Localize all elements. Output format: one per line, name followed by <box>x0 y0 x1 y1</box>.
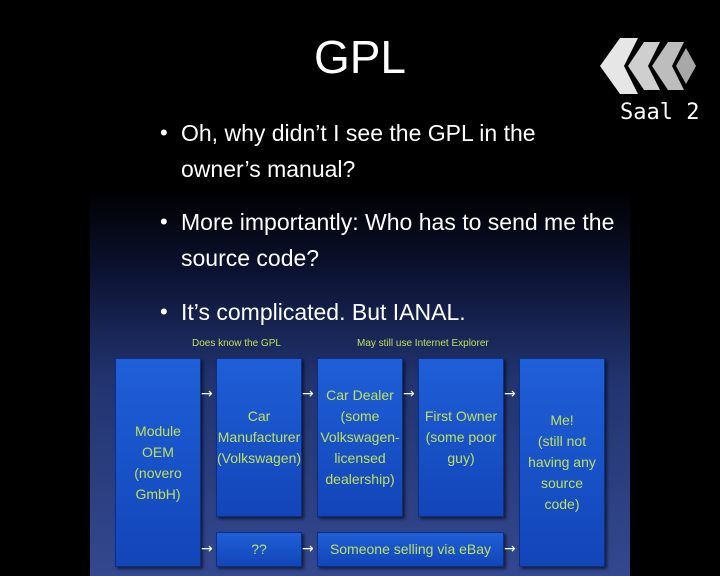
flow-arrow: → <box>201 541 213 557</box>
bullet-dot: • <box>160 120 168 145</box>
unknown-party-box: ?? <box>216 532 302 567</box>
module-oem-box: Module OEM (novero GmbH) <box>115 358 201 567</box>
bullet-dot: • <box>160 299 168 324</box>
bullet-text: Oh, why didn’t I see the GPL in the owne… <box>181 120 536 182</box>
slide-stage: GPL Saal 2 • Oh, why didn’t I see the GP… <box>0 0 720 576</box>
bullet-dot: • <box>160 209 168 234</box>
flow-arrow: → <box>302 541 314 557</box>
car-manufacturer-box: Car Manufacturer (Volkswagen) <box>216 358 302 517</box>
bullet-item: • More importantly: Who has to send me t… <box>160 204 630 276</box>
note-internet-explorer: May still use Internet Explorer <box>357 338 489 349</box>
me-box: Me! (still not having any source code) <box>519 358 605 567</box>
first-owner-box: First Owner (some poor guy) <box>418 358 504 517</box>
flow-arrow: → <box>201 386 213 402</box>
room-label: Saal 2 <box>620 100 700 125</box>
flow-arrow: → <box>504 386 516 402</box>
flow-arrow: → <box>504 541 516 557</box>
note-knows-gpl: Does know the GPL <box>192 338 281 349</box>
bullet-text: More importantly: Who has to send me the… <box>181 209 615 271</box>
flow-arrow: → <box>302 386 314 402</box>
bullet-item: • It’s complicated. But IANAL. <box>160 294 630 330</box>
ebay-seller-box: Someone selling via eBay <box>317 532 504 567</box>
flow-arrow: → <box>403 386 415 402</box>
car-dealer-box: Car Dealer (some Volkswagen- licensed de… <box>317 358 403 517</box>
bullet-text: It’s complicated. But IANAL. <box>181 299 466 325</box>
bullet-item: • Oh, why didn’t I see the GPL in the ow… <box>160 115 630 187</box>
